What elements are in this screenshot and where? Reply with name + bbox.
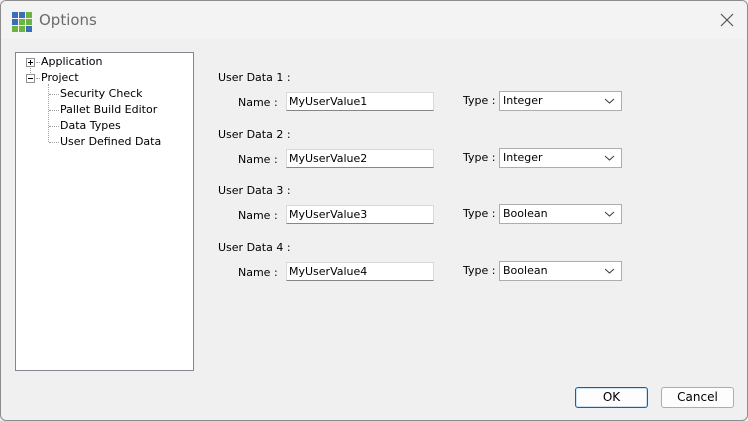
user-data-4-name-input[interactable]: [286, 262, 434, 281]
tree-connector: [36, 62, 40, 63]
tree-connector: [36, 78, 40, 79]
user-data-1-name-input[interactable]: [286, 92, 434, 111]
cancel-button[interactable]: Cancel: [661, 387, 734, 408]
user-data-2-type-value: Integer: [503, 151, 543, 164]
user-data-3-type-value: Boolean: [503, 207, 548, 220]
chevron-down-icon: [604, 155, 615, 161]
user-data-1-type-select[interactable]: Integer: [499, 91, 622, 111]
user-data-4-type-value: Boolean: [503, 264, 548, 277]
expand-application-icon[interactable]: [26, 58, 35, 67]
user-data-3-name-label: Name :: [238, 209, 278, 222]
chevron-down-icon: [604, 268, 615, 274]
user-data-4-name-label: Name :: [238, 266, 278, 279]
close-icon: [720, 13, 734, 27]
tree-connector: [49, 94, 59, 95]
title-bar[interactable]: Options: [1, 1, 747, 39]
options-tree[interactable]: Application Project Security Check Palle…: [15, 52, 194, 371]
tree-item-data-types[interactable]: Data Types: [60, 119, 121, 133]
collapse-project-icon[interactable]: [26, 74, 35, 83]
user-data-1-type-label: Type :: [463, 94, 496, 107]
user-data-3-header: User Data 3 :: [218, 184, 291, 197]
user-data-3-name-input[interactable]: [286, 205, 434, 224]
user-data-2-name-input[interactable]: [286, 149, 434, 168]
user-data-2-type-label: Type :: [463, 151, 496, 164]
tree-item-user-defined-data[interactable]: User Defined Data: [60, 135, 161, 149]
app-grid-icon: [12, 12, 32, 32]
chevron-down-icon: [604, 98, 615, 104]
tree-item-pallet-build-editor[interactable]: Pallet Build Editor: [60, 103, 157, 117]
tree-connector: [48, 84, 49, 142]
chevron-down-icon: [604, 211, 615, 217]
user-data-3-type-label: Type :: [463, 207, 496, 220]
user-data-4-type-select[interactable]: Boolean: [499, 261, 622, 281]
tree-connector: [49, 126, 59, 127]
user-data-2-type-select[interactable]: Integer: [499, 148, 622, 168]
tree-item-security-check[interactable]: Security Check: [60, 87, 143, 101]
tree-connector: [49, 142, 59, 143]
tree-connector: [49, 110, 59, 111]
tree-item-project[interactable]: Project: [41, 71, 79, 85]
user-data-4-header: User Data 4 :: [218, 241, 291, 254]
options-dialog: Options Application Project Security Che…: [0, 0, 748, 421]
user-data-1-header: User Data 1 :: [218, 71, 291, 84]
window-title: Options: [39, 11, 97, 29]
ok-button[interactable]: OK: [575, 387, 648, 408]
tree-item-application[interactable]: Application: [41, 55, 102, 69]
close-button[interactable]: [713, 8, 741, 32]
user-data-3-type-select[interactable]: Boolean: [499, 204, 622, 224]
user-data-2-name-label: Name :: [238, 153, 278, 166]
user-data-2-header: User Data 2 :: [218, 128, 291, 141]
user-data-1-type-value: Integer: [503, 94, 543, 107]
user-data-1-name-label: Name :: [238, 96, 278, 109]
user-data-4-type-label: Type :: [463, 264, 496, 277]
